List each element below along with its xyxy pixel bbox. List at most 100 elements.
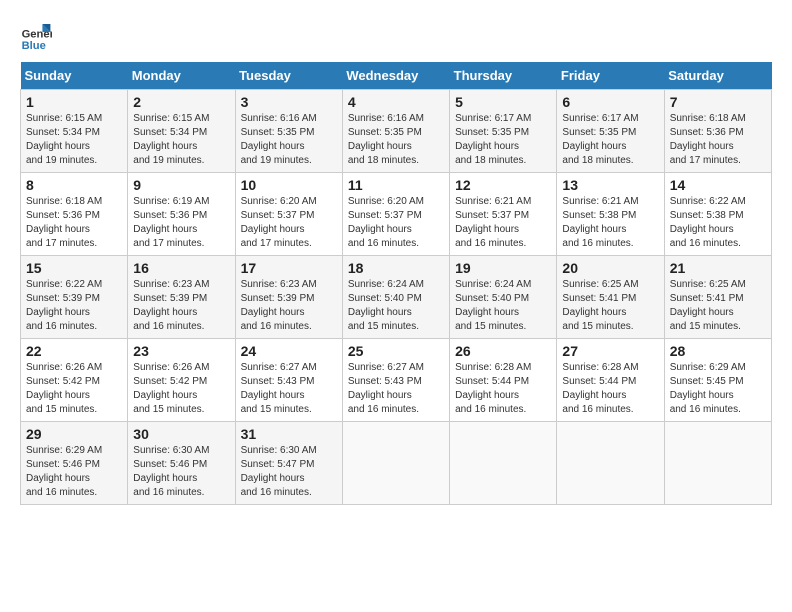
- day-info: Sunrise: 6:22 AM Sunset: 5:39 PM Dayligh…: [26, 278, 122, 334]
- day-number: 22: [26, 343, 122, 359]
- day-info: Sunrise: 6:22 AM Sunset: 5:38 PM Dayligh…: [670, 195, 766, 251]
- day-number: 5: [455, 94, 551, 110]
- day-number: 26: [455, 343, 551, 359]
- calendar-cell: 31 Sunrise: 6:30 AM Sunset: 5:47 PM Dayl…: [235, 422, 342, 505]
- day-info: Sunrise: 6:26 AM Sunset: 5:42 PM Dayligh…: [133, 361, 229, 417]
- day-header-saturday: Saturday: [664, 62, 771, 90]
- day-info: Sunrise: 6:26 AM Sunset: 5:42 PM Dayligh…: [26, 361, 122, 417]
- day-number: 24: [241, 343, 337, 359]
- day-header-sunday: Sunday: [21, 62, 128, 90]
- calendar-header-row: SundayMondayTuesdayWednesdayThursdayFrid…: [21, 62, 772, 90]
- calendar-cell: 21 Sunrise: 6:25 AM Sunset: 5:41 PM Dayl…: [664, 256, 771, 339]
- day-number: 7: [670, 94, 766, 110]
- calendar-cell: [664, 422, 771, 505]
- day-number: 15: [26, 260, 122, 276]
- day-info: Sunrise: 6:27 AM Sunset: 5:43 PM Dayligh…: [348, 361, 444, 417]
- calendar-table: SundayMondayTuesdayWednesdayThursdayFrid…: [20, 62, 772, 505]
- calendar-cell: 18 Sunrise: 6:24 AM Sunset: 5:40 PM Dayl…: [342, 256, 449, 339]
- calendar-cell: 23 Sunrise: 6:26 AM Sunset: 5:42 PM Dayl…: [128, 339, 235, 422]
- calendar-cell: 11 Sunrise: 6:20 AM Sunset: 5:37 PM Dayl…: [342, 173, 449, 256]
- day-number: 18: [348, 260, 444, 276]
- day-header-tuesday: Tuesday: [235, 62, 342, 90]
- day-header-wednesday: Wednesday: [342, 62, 449, 90]
- calendar-cell: 8 Sunrise: 6:18 AM Sunset: 5:36 PM Dayli…: [21, 173, 128, 256]
- calendar-cell: 16 Sunrise: 6:23 AM Sunset: 5:39 PM Dayl…: [128, 256, 235, 339]
- calendar-week-1: 1 Sunrise: 6:15 AM Sunset: 5:34 PM Dayli…: [21, 90, 772, 173]
- calendar-cell: 7 Sunrise: 6:18 AM Sunset: 5:36 PM Dayli…: [664, 90, 771, 173]
- day-header-monday: Monday: [128, 62, 235, 90]
- day-info: Sunrise: 6:19 AM Sunset: 5:36 PM Dayligh…: [133, 195, 229, 251]
- day-info: Sunrise: 6:17 AM Sunset: 5:35 PM Dayligh…: [455, 112, 551, 168]
- calendar-cell: 10 Sunrise: 6:20 AM Sunset: 5:37 PM Dayl…: [235, 173, 342, 256]
- day-number: 3: [241, 94, 337, 110]
- day-number: 21: [670, 260, 766, 276]
- day-number: 6: [562, 94, 658, 110]
- day-number: 19: [455, 260, 551, 276]
- header: General Blue: [20, 20, 772, 52]
- day-number: 1: [26, 94, 122, 110]
- calendar-cell: 27 Sunrise: 6:28 AM Sunset: 5:44 PM Dayl…: [557, 339, 664, 422]
- day-info: Sunrise: 6:16 AM Sunset: 5:35 PM Dayligh…: [241, 112, 337, 168]
- day-info: Sunrise: 6:20 AM Sunset: 5:37 PM Dayligh…: [241, 195, 337, 251]
- day-number: 12: [455, 177, 551, 193]
- calendar-cell: 15 Sunrise: 6:22 AM Sunset: 5:39 PM Dayl…: [21, 256, 128, 339]
- day-number: 9: [133, 177, 229, 193]
- calendar-cell: 19 Sunrise: 6:24 AM Sunset: 5:40 PM Dayl…: [450, 256, 557, 339]
- day-info: Sunrise: 6:15 AM Sunset: 5:34 PM Dayligh…: [26, 112, 122, 168]
- calendar-cell: 4 Sunrise: 6:16 AM Sunset: 5:35 PM Dayli…: [342, 90, 449, 173]
- calendar-body: 1 Sunrise: 6:15 AM Sunset: 5:34 PM Dayli…: [21, 90, 772, 505]
- calendar-week-4: 22 Sunrise: 6:26 AM Sunset: 5:42 PM Dayl…: [21, 339, 772, 422]
- calendar-cell: 5 Sunrise: 6:17 AM Sunset: 5:35 PM Dayli…: [450, 90, 557, 173]
- day-number: 10: [241, 177, 337, 193]
- logo: General Blue: [20, 20, 58, 52]
- day-info: Sunrise: 6:21 AM Sunset: 5:38 PM Dayligh…: [562, 195, 658, 251]
- day-number: 17: [241, 260, 337, 276]
- calendar-cell: 14 Sunrise: 6:22 AM Sunset: 5:38 PM Dayl…: [664, 173, 771, 256]
- calendar-cell: 22 Sunrise: 6:26 AM Sunset: 5:42 PM Dayl…: [21, 339, 128, 422]
- day-number: 25: [348, 343, 444, 359]
- day-info: Sunrise: 6:17 AM Sunset: 5:35 PM Dayligh…: [562, 112, 658, 168]
- calendar-cell: [557, 422, 664, 505]
- day-info: Sunrise: 6:29 AM Sunset: 5:46 PM Dayligh…: [26, 444, 122, 500]
- day-number: 30: [133, 426, 229, 442]
- day-info: Sunrise: 6:24 AM Sunset: 5:40 PM Dayligh…: [348, 278, 444, 334]
- calendar-cell: 29 Sunrise: 6:29 AM Sunset: 5:46 PM Dayl…: [21, 422, 128, 505]
- day-info: Sunrise: 6:23 AM Sunset: 5:39 PM Dayligh…: [133, 278, 229, 334]
- day-number: 23: [133, 343, 229, 359]
- day-info: Sunrise: 6:25 AM Sunset: 5:41 PM Dayligh…: [562, 278, 658, 334]
- day-info: Sunrise: 6:20 AM Sunset: 5:37 PM Dayligh…: [348, 195, 444, 251]
- day-info: Sunrise: 6:23 AM Sunset: 5:39 PM Dayligh…: [241, 278, 337, 334]
- day-info: Sunrise: 6:18 AM Sunset: 5:36 PM Dayligh…: [670, 112, 766, 168]
- day-header-thursday: Thursday: [450, 62, 557, 90]
- svg-text:Blue: Blue: [22, 40, 46, 52]
- calendar-cell: [342, 422, 449, 505]
- day-info: Sunrise: 6:24 AM Sunset: 5:40 PM Dayligh…: [455, 278, 551, 334]
- calendar-week-3: 15 Sunrise: 6:22 AM Sunset: 5:39 PM Dayl…: [21, 256, 772, 339]
- calendar-cell: 17 Sunrise: 6:23 AM Sunset: 5:39 PM Dayl…: [235, 256, 342, 339]
- day-number: 31: [241, 426, 337, 442]
- day-number: 8: [26, 177, 122, 193]
- calendar-cell: 20 Sunrise: 6:25 AM Sunset: 5:41 PM Dayl…: [557, 256, 664, 339]
- calendar-cell: 12 Sunrise: 6:21 AM Sunset: 5:37 PM Dayl…: [450, 173, 557, 256]
- calendar-cell: 30 Sunrise: 6:30 AM Sunset: 5:46 PM Dayl…: [128, 422, 235, 505]
- day-number: 16: [133, 260, 229, 276]
- day-number: 11: [348, 177, 444, 193]
- calendar-cell: 26 Sunrise: 6:28 AM Sunset: 5:44 PM Dayl…: [450, 339, 557, 422]
- day-number: 20: [562, 260, 658, 276]
- logo-icon: General Blue: [20, 20, 52, 52]
- day-number: 29: [26, 426, 122, 442]
- day-number: 14: [670, 177, 766, 193]
- calendar-cell: 24 Sunrise: 6:27 AM Sunset: 5:43 PM Dayl…: [235, 339, 342, 422]
- calendar-cell: 13 Sunrise: 6:21 AM Sunset: 5:38 PM Dayl…: [557, 173, 664, 256]
- day-info: Sunrise: 6:16 AM Sunset: 5:35 PM Dayligh…: [348, 112, 444, 168]
- calendar-cell: 1 Sunrise: 6:15 AM Sunset: 5:34 PM Dayli…: [21, 90, 128, 173]
- day-info: Sunrise: 6:15 AM Sunset: 5:34 PM Dayligh…: [133, 112, 229, 168]
- day-header-friday: Friday: [557, 62, 664, 90]
- calendar-cell: 9 Sunrise: 6:19 AM Sunset: 5:36 PM Dayli…: [128, 173, 235, 256]
- day-info: Sunrise: 6:18 AM Sunset: 5:36 PM Dayligh…: [26, 195, 122, 251]
- calendar-cell: 6 Sunrise: 6:17 AM Sunset: 5:35 PM Dayli…: [557, 90, 664, 173]
- day-info: Sunrise: 6:30 AM Sunset: 5:47 PM Dayligh…: [241, 444, 337, 500]
- day-info: Sunrise: 6:25 AM Sunset: 5:41 PM Dayligh…: [670, 278, 766, 334]
- day-info: Sunrise: 6:27 AM Sunset: 5:43 PM Dayligh…: [241, 361, 337, 417]
- calendar-week-2: 8 Sunrise: 6:18 AM Sunset: 5:36 PM Dayli…: [21, 173, 772, 256]
